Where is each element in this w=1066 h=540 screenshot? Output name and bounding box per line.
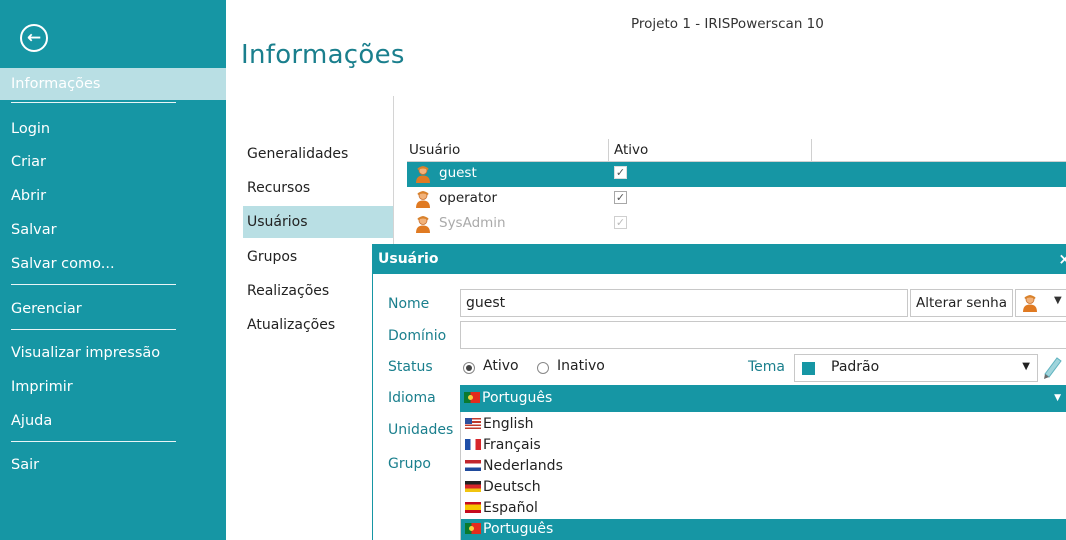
- sidebar-divider: [11, 329, 176, 330]
- idioma-dropdown-list: English Français Nederlands Deutsch Espa…: [460, 412, 1066, 540]
- theme-swatch: [802, 362, 815, 375]
- sidebar-item-ajuda[interactable]: Ajuda: [0, 405, 226, 437]
- language-label: English: [483, 416, 534, 432]
- change-password-button[interactable]: Alterar senha: [910, 289, 1013, 317]
- flag-fr-icon: [465, 439, 481, 450]
- user-icon: [416, 191, 430, 208]
- language-option-nederlands[interactable]: Nederlands: [461, 456, 1066, 477]
- language-option-francais[interactable]: Français: [461, 435, 1066, 456]
- dialog-title-text: Usuário: [378, 251, 439, 267]
- flag-us-icon: [465, 418, 481, 429]
- active-checkbox[interactable]: ✓: [614, 191, 627, 204]
- sidebar-item-abrir[interactable]: Abrir: [0, 180, 226, 212]
- flag-pt-icon: [464, 392, 480, 403]
- sidebar-divider: [11, 102, 176, 103]
- table-row[interactable]: guest ✓: [407, 162, 1066, 187]
- language-option-espanol[interactable]: Español: [461, 498, 1066, 519]
- sidebar-item-login[interactable]: Login: [0, 113, 226, 145]
- backstage-sidebar: ← Informações Login Criar Abrir Salvar S…: [0, 0, 226, 540]
- label-status: Status: [388, 359, 433, 375]
- user-name: SysAdmin: [439, 215, 506, 231]
- label-unidades: Unidades: [388, 422, 454, 438]
- language-option-deutsch[interactable]: Deutsch: [461, 477, 1066, 498]
- users-table: Usuário Ativo guest ✓ operator ✓ SysAdmi…: [407, 139, 1066, 237]
- subnav-item-recursos[interactable]: Recursos: [243, 172, 393, 204]
- subnav-item-grupos[interactable]: Grupos: [243, 241, 393, 273]
- caret-down-icon: ▼: [1054, 393, 1061, 403]
- caret-down-icon: ▼: [1054, 295, 1062, 306]
- sidebar-item-gerenciar[interactable]: Gerenciar: [0, 293, 226, 325]
- language-label: Español: [483, 500, 538, 516]
- pencil-icon[interactable]: [1041, 352, 1063, 380]
- status-inativo-radio[interactable]: [537, 362, 549, 374]
- table-row[interactable]: operator ✓: [407, 187, 1066, 212]
- sidebar-item-salvar-como[interactable]: Salvar como...: [0, 248, 226, 280]
- user-name: operator: [439, 190, 498, 206]
- flag-es-icon: [465, 502, 481, 513]
- label-tema: Tema: [748, 359, 786, 375]
- caret-down-icon: ▼: [1022, 361, 1030, 372]
- user-icon: [416, 166, 430, 183]
- subnav-item-atualizacoes[interactable]: Atualizações: [243, 309, 393, 341]
- window-title: Projeto 1 - IRISPowerscan 10: [631, 16, 824, 32]
- tema-dropdown[interactable]: Padrão ▼: [794, 354, 1038, 382]
- sidebar-item-informacoes[interactable]: Informações: [0, 68, 226, 100]
- dialog-title: Usuário ×: [373, 244, 1066, 274]
- language-label: Deutsch: [483, 479, 541, 495]
- user-icon: [1023, 295, 1037, 312]
- idioma-value: Português: [482, 390, 553, 406]
- flag-pt-icon: [465, 523, 481, 534]
- language-option-portugues[interactable]: Português: [461, 519, 1066, 540]
- language-label: Português: [483, 521, 554, 537]
- label-nome: Nome: [388, 296, 430, 312]
- subnav-item-usuarios[interactable]: Usuários: [243, 206, 393, 238]
- status-ativo-label[interactable]: Ativo: [483, 358, 519, 374]
- table-header: Usuário Ativo: [407, 139, 1066, 162]
- user-dialog: Usuário × Nome guest Alterar senha ▼ Dom…: [372, 244, 1066, 540]
- flag-de-icon: [465, 481, 481, 492]
- column-header-ativo[interactable]: Ativo: [614, 142, 648, 158]
- idioma-dropdown[interactable]: Português ▼: [460, 385, 1066, 412]
- sidebar-item-sair[interactable]: Sair: [0, 449, 226, 481]
- flag-nl-icon: [465, 460, 481, 471]
- tema-value: Padrão: [831, 359, 880, 375]
- active-checkbox[interactable]: ✓: [614, 216, 627, 229]
- language-label: Nederlands: [483, 458, 563, 474]
- subnav-item-realizacoes[interactable]: Realizações: [243, 275, 393, 307]
- sidebar-divider: [11, 441, 176, 442]
- dominio-input[interactable]: [460, 321, 1066, 349]
- label-dominio: Domínio: [388, 328, 447, 344]
- sidebar-divider: [11, 284, 176, 285]
- avatar-dropdown[interactable]: ▼: [1015, 289, 1066, 317]
- active-checkbox[interactable]: ✓: [614, 166, 627, 179]
- column-header-usuario[interactable]: Usuário: [409, 142, 460, 158]
- table-row[interactable]: SysAdmin ✓: [407, 212, 1066, 237]
- user-name: guest: [439, 165, 477, 181]
- subnav-item-generalidades[interactable]: Generalidades: [243, 138, 393, 170]
- label-idioma: Idioma: [388, 390, 436, 406]
- sidebar-item-visualizar-impressao[interactable]: Visualizar impressão: [0, 337, 226, 369]
- sidebar-item-criar[interactable]: Criar: [0, 146, 226, 178]
- status-inativo-label[interactable]: Inativo: [557, 358, 605, 374]
- language-option-english[interactable]: English: [461, 414, 1066, 435]
- arrow-left-circle-icon[interactable]: ←: [20, 24, 48, 52]
- close-icon[interactable]: ×: [1058, 244, 1066, 274]
- label-grupo: Grupo: [388, 456, 431, 472]
- nome-input[interactable]: guest: [460, 289, 908, 317]
- language-label: Français: [483, 437, 541, 453]
- sidebar-item-salvar[interactable]: Salvar: [0, 214, 226, 246]
- column-divider[interactable]: [608, 139, 609, 162]
- page-title: Informações: [241, 40, 405, 70]
- status-ativo-radio[interactable]: [463, 362, 475, 374]
- column-divider[interactable]: [811, 139, 812, 162]
- sidebar-item-imprimir[interactable]: Imprimir: [0, 371, 226, 403]
- user-icon: [416, 216, 430, 233]
